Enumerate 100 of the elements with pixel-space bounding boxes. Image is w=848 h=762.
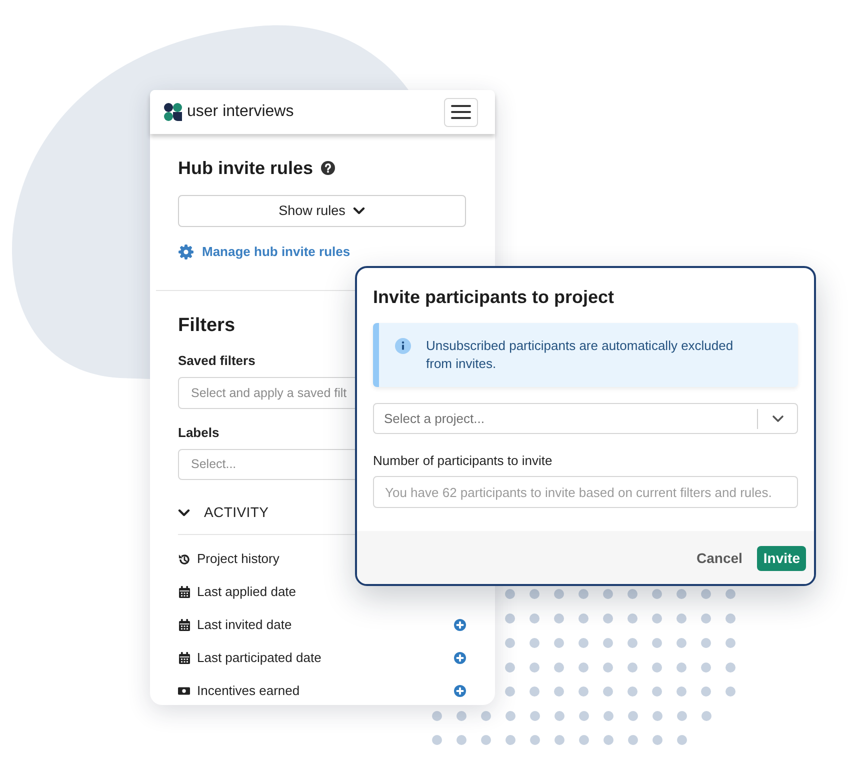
logo-icon: [164, 103, 182, 121]
decorative-dot: [554, 686, 564, 696]
brand-name: user interviews: [187, 102, 294, 122]
add-icon[interactable]: [454, 685, 466, 697]
decorative-dot: [530, 614, 540, 624]
menu-button[interactable]: [444, 98, 478, 126]
decorative-dot: [505, 638, 515, 648]
decorative-dot: [726, 662, 736, 672]
decorative-dot: [604, 711, 614, 721]
decorative-dot: [726, 638, 736, 648]
decorative-dot: [554, 735, 564, 745]
calendar-icon: [178, 652, 190, 664]
decorative-dot: [701, 638, 711, 648]
decorative-dot: [432, 711, 442, 721]
decorative-dot: [603, 686, 613, 696]
section-title: Hub invite rules: [178, 157, 314, 179]
decorative-dot: [456, 711, 466, 721]
field-label: Labels: [178, 424, 220, 440]
info-icon: [395, 338, 411, 354]
dialog-title: Invite participants to project: [373, 286, 614, 308]
decorative-dot: [677, 735, 687, 745]
settings-icon: [178, 244, 194, 260]
activity-item-label[interactable]: Project history: [197, 551, 280, 567]
decorative-dot: [506, 735, 516, 745]
decorative-dot: [628, 686, 638, 696]
decorative-dot: [604, 735, 614, 745]
decorative-dot: [432, 735, 442, 745]
decorative-dot: [481, 711, 491, 721]
decorative-dot: [530, 711, 540, 721]
decorative-dot: [554, 638, 564, 648]
cancel-button[interactable]: Cancel: [696, 546, 742, 571]
decorative-dot: [505, 686, 515, 696]
decorative-dot: [701, 662, 711, 672]
add-icon[interactable]: [454, 652, 466, 664]
decorative-dot: [530, 686, 540, 696]
activity-section-toggle[interactable]: ACTIVITY: [178, 504, 269, 522]
decorative-dot: [652, 662, 662, 672]
decorative-dot: [652, 589, 662, 599]
decorative-dot: [505, 589, 515, 599]
decorative-dot: [701, 686, 711, 696]
decorative-dot: [652, 686, 662, 696]
decorative-dot: [702, 711, 712, 721]
decorative-dot: [652, 614, 662, 624]
decorative-dot: [579, 711, 589, 721]
decorative-dot: [628, 614, 638, 624]
decorative-dot: [505, 662, 515, 672]
decorative-dot: [579, 735, 589, 745]
decorative-dot: [505, 614, 515, 624]
decorative-dot: [530, 662, 540, 672]
decorative-dot: [554, 614, 564, 624]
invite-button[interactable]: Invite: [757, 546, 806, 571]
decorative-dot: [652, 735, 662, 745]
chevron-down-icon: [178, 508, 190, 516]
decorative-dot: [652, 711, 662, 721]
calendar-icon: [178, 619, 190, 631]
chevron-down-icon: [353, 207, 366, 215]
decorative-dot: [530, 638, 540, 648]
menu-icon: [451, 105, 471, 119]
field-label: Saved filters: [178, 352, 256, 368]
show-rules-button[interactable]: Show rules: [178, 195, 466, 227]
activity-item-label[interactable]: Last applied date: [197, 584, 296, 600]
activity-item-label[interactable]: Last invited date: [197, 617, 292, 633]
decorative-dot: [530, 735, 540, 745]
decorative-dot: [578, 662, 588, 672]
participant-count-field[interactable]: You have 62 participants to invite based on current filters and rules.: [373, 476, 798, 508]
decorative-dot: [726, 686, 736, 696]
activity-item-label[interactable]: Last participated date: [197, 650, 322, 666]
decorative-dot: [628, 589, 638, 599]
decorative-dot: [726, 614, 736, 624]
manage-rules-link[interactable]: Manage hub invite rules: [178, 243, 350, 260]
activity-item-label[interactable]: Incentives earned: [197, 683, 300, 699]
decorative-dot: [603, 614, 613, 624]
decorative-dot: [578, 686, 588, 696]
decorative-dot: [676, 638, 686, 648]
section-title: Filters: [178, 314, 236, 336]
decorative-dot: [578, 614, 588, 624]
chevron-down-icon: [772, 414, 784, 422]
banknote-icon: [178, 686, 190, 696]
decorative-dot: [554, 589, 564, 599]
decorative-dot: [628, 711, 638, 721]
help-icon[interactable]: [321, 161, 336, 175]
decorative-dot: [676, 686, 686, 696]
decorative-dot: [701, 589, 711, 599]
decorative-dot: [676, 662, 686, 672]
decorative-dot: [676, 614, 686, 624]
decorative-dot: [554, 662, 564, 672]
decorative-dot: [676, 589, 686, 599]
decorative-dot: [628, 638, 638, 648]
decorative-dot: [677, 711, 687, 721]
decorative-dot: [628, 662, 638, 672]
decorative-dot: [554, 711, 564, 721]
decorative-dot: [701, 614, 711, 624]
decorative-dot: [578, 589, 588, 599]
decorative-dot: [456, 735, 466, 745]
add-icon[interactable]: [454, 619, 466, 631]
decorative-dot: [726, 589, 736, 599]
decorative-dot: [506, 711, 516, 721]
project-select[interactable]: Select a project...: [373, 403, 798, 434]
calendar-icon: [178, 586, 190, 598]
decorative-dot: [652, 638, 662, 648]
